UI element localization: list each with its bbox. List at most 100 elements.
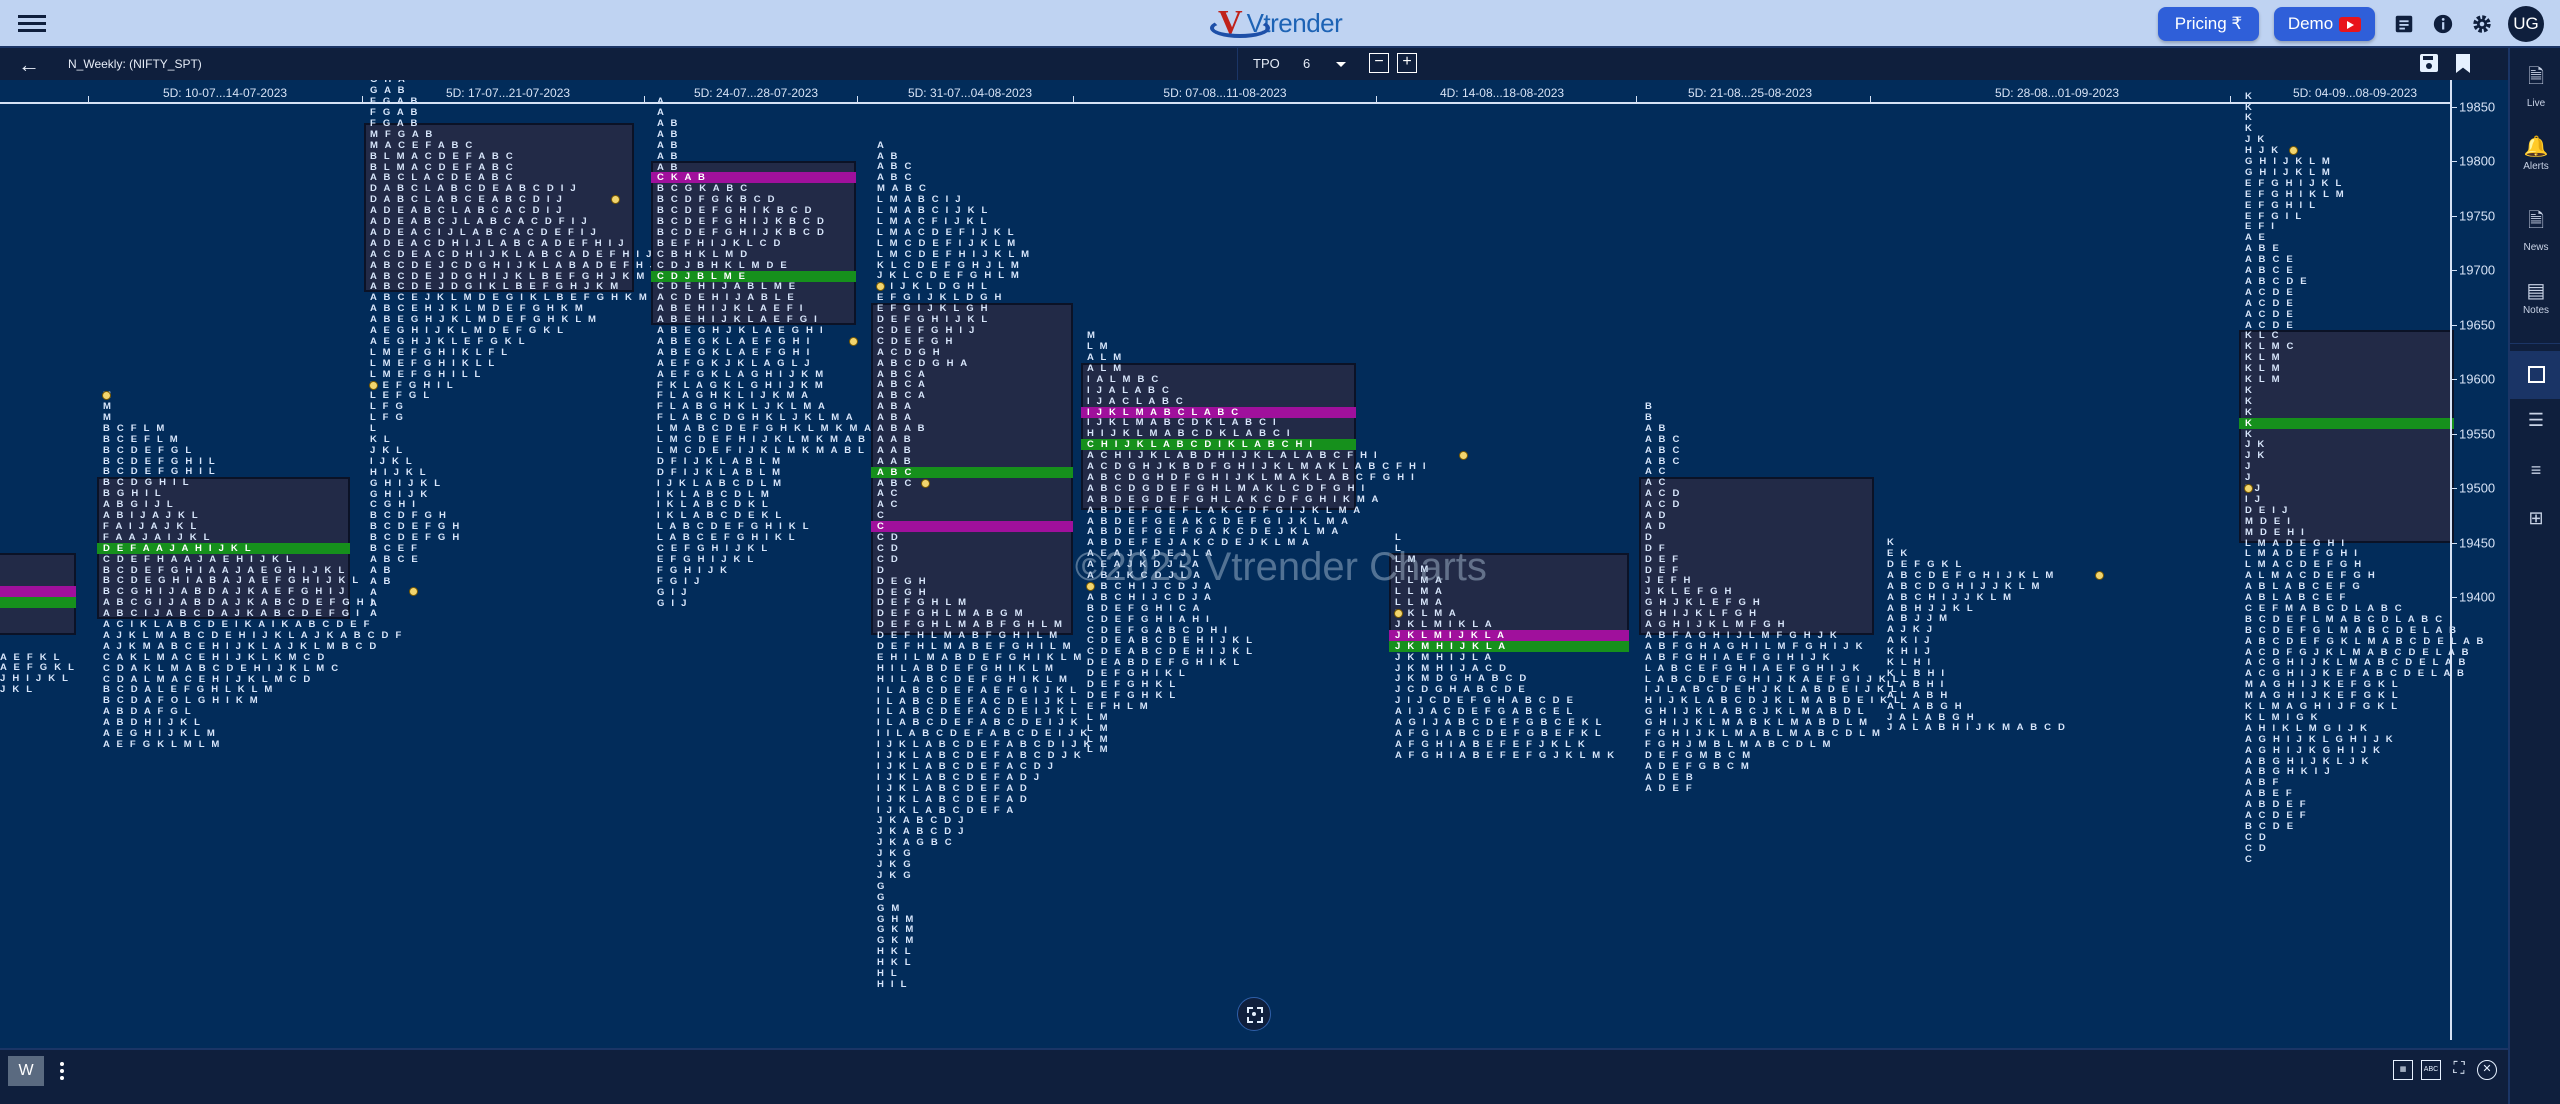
hamburger-menu-icon[interactable] — [18, 12, 46, 36]
tpo-row: F K L A G K L G H I J K M — [657, 379, 825, 391]
tpo-row: L M C D E F H I J K L M K M A B L — [657, 434, 881, 445]
single-layout-icon[interactable] — [2510, 351, 2560, 399]
tpo-row: J K — [2245, 450, 2267, 462]
poc-row: I J K L M A B C L A B C — [1081, 406, 1356, 418]
grid-layout-icon[interactable]: ⊞ — [2510, 508, 2560, 529]
value-area-high-row: C D J B L M E — [651, 270, 856, 282]
pricing-button[interactable]: Pricing ₹ — [2158, 7, 2259, 41]
sidebar-item-news[interactable]: 🗎 News — [2510, 206, 2560, 253]
split-layout-icon[interactable]: ☰ — [2510, 410, 2560, 431]
tpo-row: I J K L A B C D E F A D J — [877, 771, 1042, 783]
tpo-row: I J L A B C D E H J K L A B D E I J K L — [1645, 684, 1900, 696]
price-tick — [2450, 324, 2457, 326]
more-vertical-icon[interactable] — [60, 1062, 66, 1082]
divider — [1237, 48, 1238, 80]
tpo-row: A L M — [1087, 362, 1124, 374]
tpo-row: E F I — [2245, 221, 2277, 233]
sidebar-item-label: Live — [2526, 98, 2546, 109]
timeframe-button[interactable]: W — [8, 1056, 44, 1086]
close-marker-icon — [921, 478, 930, 488]
tpo-row: A C D E A C D H I J K L A B C A D E F H … — [370, 248, 668, 260]
tpo-row: B D E F G H I C A — [1087, 602, 1202, 614]
zoom-out-button[interactable]: − — [1369, 53, 1389, 73]
bookmark-add-icon[interactable] — [2456, 54, 2470, 73]
rows-layout-icon[interactable]: ≡ — [2510, 460, 2560, 481]
tpo-row: A A B — [877, 444, 913, 456]
tpo-row: A B C D E F G H I J K L M — [1887, 569, 2056, 581]
tpo-row: A D E F G B C M — [1645, 760, 1752, 772]
tpo-row: A C D E — [2245, 297, 2295, 309]
back-arrow-icon[interactable]: ← — [18, 52, 40, 78]
tpo-row: D A B C L A B C D E A B C D I J — [370, 183, 578, 195]
tpo-row: K L C — [2245, 330, 2281, 342]
tpo-row: F L A B C D G H K L J K L M A — [657, 412, 855, 424]
tpo-row: A B E G K L A E F G H I — [657, 346, 812, 358]
tpo-row: A D E F — [1645, 782, 1694, 794]
tpo-row: A B C D E — [2245, 275, 2309, 287]
info-icon[interactable] — [2432, 13, 2454, 35]
tpo-size-select[interactable]: 6 — [1303, 56, 1310, 71]
tpo-row: H I L A B C D E F G H I K L M — [877, 673, 1070, 685]
top-header: V Vtrender Pricing ₹ Demo UG — [0, 0, 2560, 48]
tpo-row: A C D G H J K B D F G H I J K L M A K L … — [1087, 461, 1428, 473]
tpo-row: B C D E F G H I L — [103, 466, 217, 478]
grid-icon[interactable]: ▦ — [2393, 1060, 2413, 1080]
chevron-down-icon[interactable] — [1336, 62, 1346, 67]
tpo-row: I J K L A B C D E F A D — [877, 782, 1029, 794]
close-marker-icon — [1459, 451, 1468, 461]
price-tick — [2450, 270, 2457, 272]
focus-icon[interactable]: ⛶ — [2449, 1060, 2469, 1080]
date-tick — [362, 96, 363, 104]
tpo-row: M A C E F A B C — [370, 139, 475, 151]
price-label: 19600 — [2459, 371, 2496, 387]
tpo-row: J A L A B H I J K M A B C D — [1887, 722, 2068, 734]
tpo-row: F G I J — [657, 575, 702, 587]
tpo-row: B E F H I J K L C D — [657, 237, 783, 249]
price-tick — [2450, 107, 2457, 108]
tpo-row: A E G H J K L E F G K L — [370, 335, 527, 347]
tpo-row: A B D E F G E A K C D E F G I J K L M A — [1087, 515, 1351, 527]
tpo-row: I J — [2245, 493, 2263, 505]
live-doc-icon: 🗎 — [2527, 66, 2545, 88]
zoom-in-button[interactable]: + — [1397, 53, 1417, 73]
tpo-row: A E F G K L A G H I J K M — [657, 368, 826, 380]
date-tick — [1073, 96, 1074, 104]
price-label: 19750 — [2459, 208, 2496, 224]
tpo-row: D E F — [1645, 564, 1681, 576]
date-label: 4D: 14-08...18-08-2023 — [1439, 86, 1565, 100]
tpo-row: G — [877, 891, 887, 903]
user-avatar[interactable]: UG — [2508, 6, 2544, 42]
tpo-row: B C F L M — [103, 422, 167, 434]
tpo-row: A C — [877, 488, 900, 500]
tpo-row: L F G — [370, 401, 406, 413]
tpo-row: L M A B C I J — [877, 194, 963, 206]
brand-logo[interactable]: V Vtrender — [1210, 4, 1343, 41]
tpo-row: H I J K L — [370, 466, 428, 478]
sidebar-item-live[interactable]: 🗎 Live — [2510, 62, 2560, 109]
tpo-row: L M A C F I J K L — [877, 215, 989, 227]
tpo-row: L M A D E G H I — [2245, 537, 2347, 549]
gear-icon[interactable] — [2471, 13, 2493, 35]
tpo-row: D E F G K L — [1887, 558, 1964, 570]
tpo-row: A E F G K L M L M — [103, 738, 222, 750]
sidebar-item-notes[interactable]: ▤ Notes — [2510, 278, 2560, 316]
tpo-row: B C D E — [2245, 820, 2296, 832]
close-circle-icon[interactable]: ✕ — [2477, 1060, 2497, 1080]
notes-icon[interactable] — [2393, 13, 2415, 35]
recenter-focus-icon[interactable] — [1237, 997, 1271, 1031]
tpo-row: K L H I — [1887, 657, 1933, 669]
tpo-row: A B — [877, 150, 900, 162]
tpo-row: B C D G H I L — [103, 477, 191, 489]
tpo-row: L — [370, 423, 379, 435]
tpo-row: A B C — [877, 477, 914, 489]
demo-button[interactable]: Demo — [2274, 7, 2375, 41]
tpo-row: K L M I G K — [2245, 711, 2320, 723]
tpo-row: A B C D G H I J J K L M — [1887, 580, 2042, 592]
tpo-row: L M A B C I J K L — [877, 205, 990, 217]
tpo-row: J K G — [877, 859, 913, 871]
sidebar-item-alerts[interactable]: 🔔 Alerts — [2510, 134, 2560, 172]
market-profile-chart[interactable]: 5D: 10-07...14-07-2023 5D: 17-07...21-07-… — [0, 80, 2508, 1048]
save-icon[interactable] — [2420, 54, 2438, 72]
tpo-row: D — [877, 564, 887, 576]
abc-icon[interactable]: ABC — [2421, 1060, 2441, 1080]
